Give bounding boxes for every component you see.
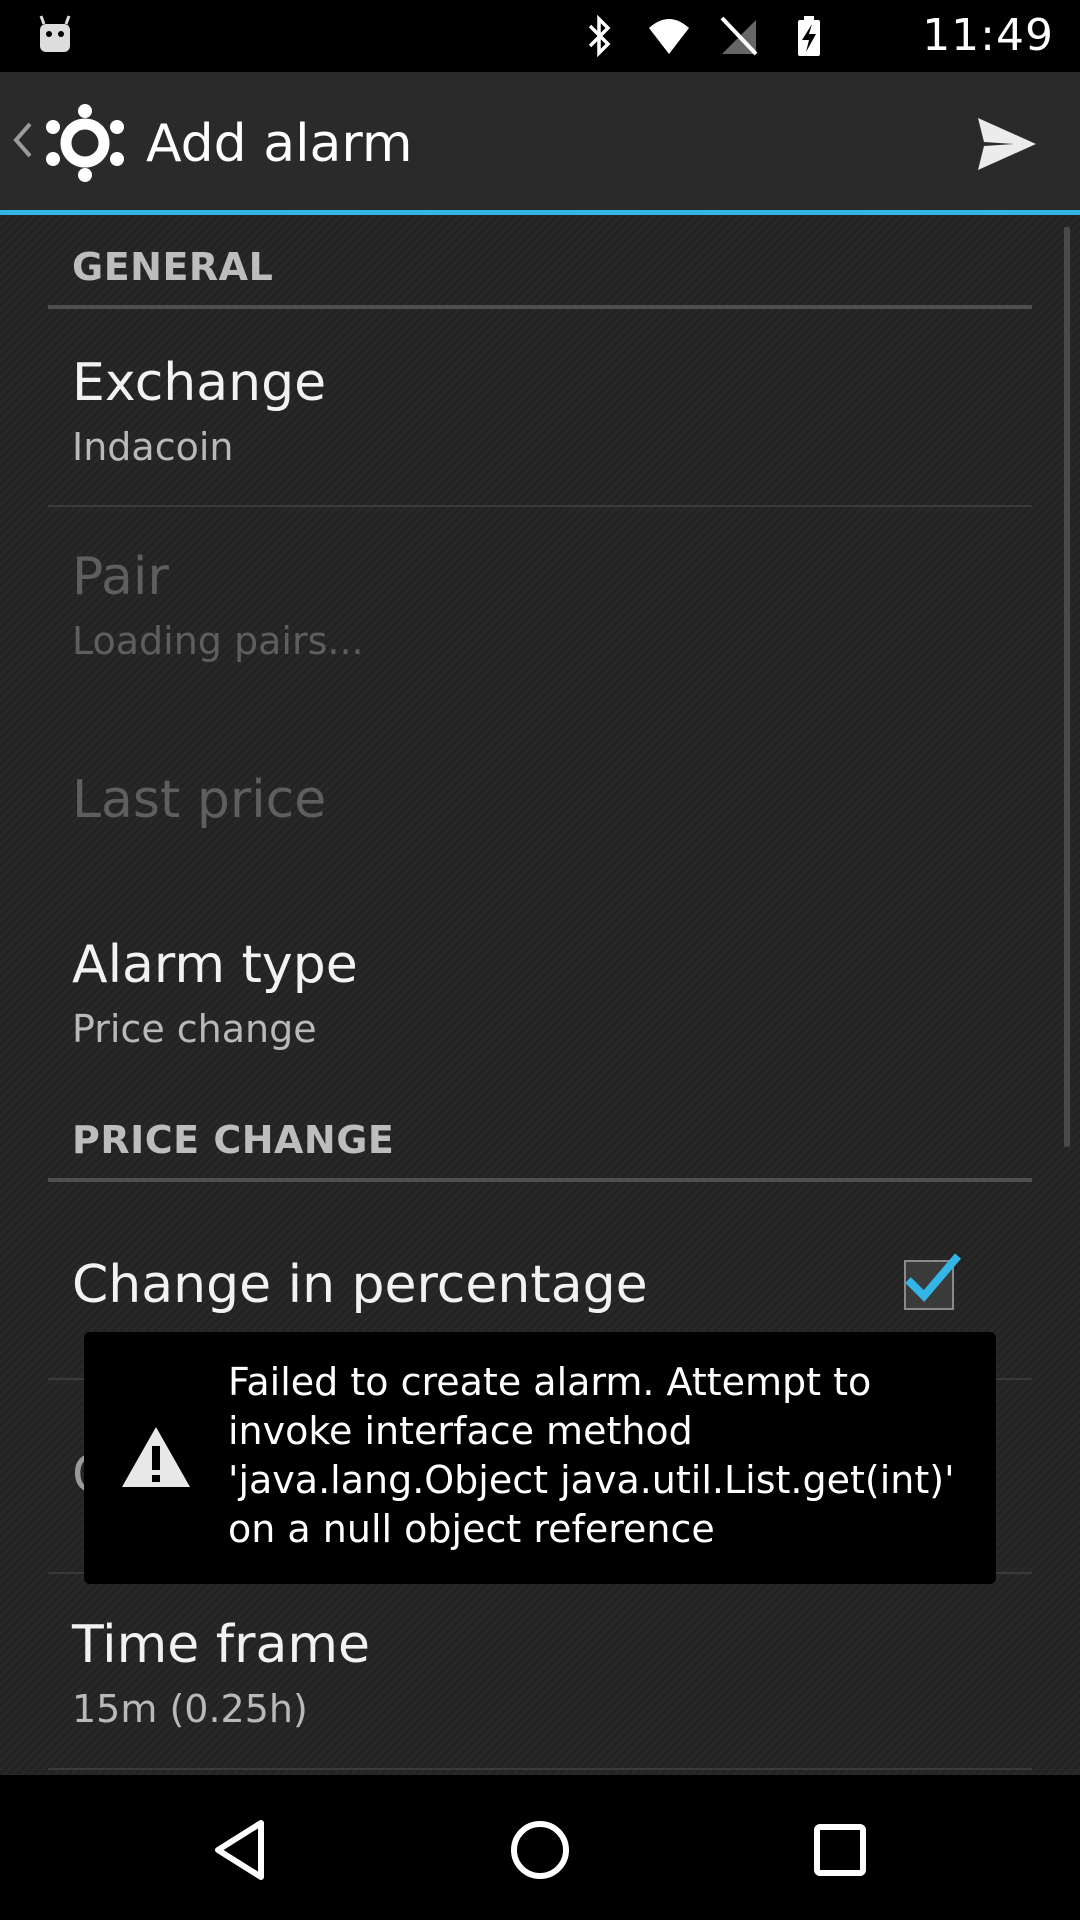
- page-title: Add alarm: [146, 114, 413, 174]
- action-bar: Add alarm: [0, 72, 1080, 215]
- navigation-bar: [0, 1775, 1080, 1920]
- pref-time-frame-title: Time frame: [72, 1615, 370, 1675]
- divider: [48, 1768, 1032, 1770]
- chevron-left-icon[interactable]: [10, 120, 34, 160]
- android-icon: [39, 15, 71, 52]
- error-toast: Failed to create alarm. Attempt to invok…: [84, 1332, 996, 1584]
- bluetooth-icon: [588, 14, 611, 58]
- checkmark-icon: [905, 1253, 962, 1302]
- status-bar: 11:49: [0, 0, 1080, 72]
- no-signal-icon: [720, 16, 758, 56]
- pref-time-frame-summary: 15m (0.25h): [72, 1687, 308, 1731]
- pref-last-price-title: Last price: [72, 770, 327, 830]
- scrollbar[interactable]: [1064, 227, 1070, 1147]
- pref-pair-title: Pair: [72, 547, 169, 607]
- divider: [48, 505, 1032, 507]
- back-triangle-icon[interactable]: [206, 1815, 276, 1885]
- pref-alarm-type-summary: Price change: [72, 1007, 317, 1051]
- change-in-percentage-checkbox[interactable]: [904, 1253, 962, 1310]
- status-time: 11:49: [922, 10, 1054, 61]
- send-icon[interactable]: [974, 114, 1040, 174]
- pref-exchange-title: Exchange: [72, 353, 327, 413]
- app-logo-icon[interactable]: [44, 102, 126, 184]
- pref-change-in-percentage-title: Change in percentage: [72, 1255, 648, 1315]
- pref-exchange-summary: Indacoin: [72, 425, 234, 469]
- toast-message: Failed to create alarm. Attempt to invok…: [228, 1360, 955, 1551]
- category-divider: [48, 1178, 1032, 1182]
- pref-pair-summary: Loading pairs...: [72, 619, 364, 663]
- battery-charging-icon: [798, 16, 820, 56]
- home-circle-icon[interactable]: [505, 1815, 575, 1885]
- category-divider: [48, 305, 1032, 309]
- category-general: GENERAL: [72, 245, 274, 289]
- wifi-icon: [649, 19, 689, 54]
- recents-square-icon[interactable]: [805, 1815, 875, 1885]
- category-price-change: PRICE CHANGE: [72, 1118, 395, 1162]
- warning-icon: [122, 1427, 190, 1487]
- pref-alarm-type-title: Alarm type: [72, 935, 358, 995]
